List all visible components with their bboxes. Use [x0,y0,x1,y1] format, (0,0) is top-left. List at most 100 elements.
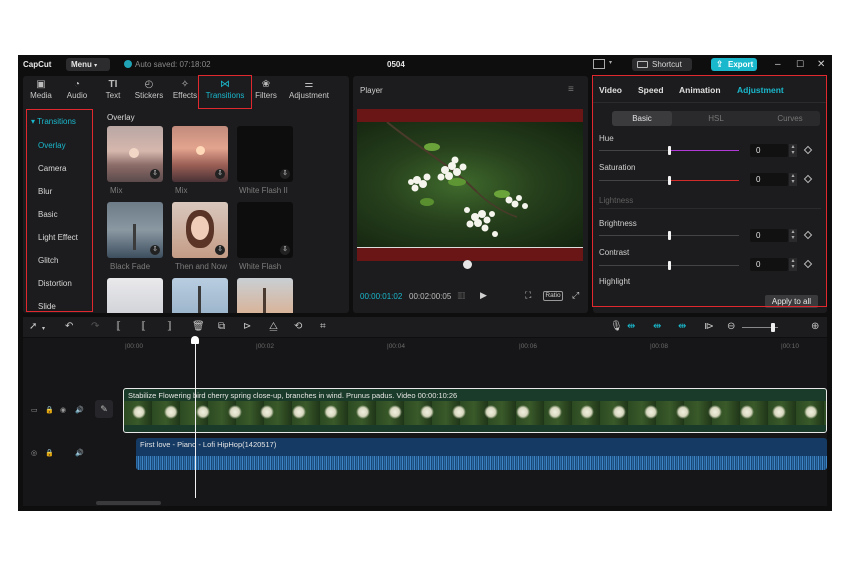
download-icon[interactable]: ⇩ [280,245,290,255]
transition-thumbnail[interactable]: ⇩ [172,202,228,258]
linkage-icon[interactable]: ⇹ [678,321,686,333]
rotate-handle-icon[interactable] [463,260,472,269]
chevron-down-icon[interactable]: ▾ [609,59,612,66]
undo-icon[interactable]: ↶ [65,321,73,333]
video-filmstrip [124,401,826,425]
tab-label: Media [30,91,52,100]
lock-icon[interactable]: 🔒 [45,449,54,457]
close-icon[interactable]: ✕ [817,59,825,70]
transition-thumbnail[interactable]: ⇩ [172,126,228,182]
tab-label: Effects [172,91,198,100]
video-clip[interactable]: Stabilize Flowering bird cherry spring c… [123,388,827,433]
zoom-in-icon[interactable]: ⊕ [811,321,819,333]
tab-media[interactable]: ▣ Media [23,78,59,102]
download-icon[interactable]: ⇩ [215,169,225,179]
tab-stickers[interactable]: ◴ Stickers [131,78,167,102]
tab-adjustment[interactable]: ⚌ Adjustment [285,78,333,102]
minimize-icon[interactable]: – [775,59,781,70]
audio-clip[interactable]: First love - Piano - Lofi HipHop(1420517… [136,438,827,470]
tab-audio[interactable]: ◔ Audio [59,78,95,102]
magnet-link-icon[interactable]: ⇹ [627,321,635,333]
download-icon[interactable]: ⇩ [215,245,225,255]
thumbnail-label: Mix [175,186,188,195]
tab-filters[interactable]: ❀ Filters [248,78,284,102]
transition-thumbnail[interactable]: ⇩ [237,126,293,182]
tab-label: Text [105,91,121,100]
mirror-icon[interactable]: ⧋ [269,321,278,333]
crop-line [357,247,583,248]
audio-clip-label: First love - Piano - Lofi HipHop(1420517… [140,440,277,449]
freeze-icon[interactable]: ⧉ [218,321,225,333]
menu-icon[interactable]: ≡ [568,84,574,95]
zoom-out-icon[interactable]: ⊖ [727,321,735,333]
play-icon[interactable]: ▶ [480,290,487,301]
thumbnail-label: White Flash II [239,186,288,195]
chevron-down-icon: ▾ [94,63,98,69]
timeline-grid-icon[interactable]: ▥ [457,290,466,301]
zoom-slider-knob[interactable] [771,323,775,332]
speaker-icon[interactable]: 🔊 [75,406,84,414]
playhead[interactable] [195,338,196,498]
select-cursor-icon[interactable]: ➚ [29,321,37,333]
tab-text[interactable]: TI Text [95,78,131,102]
thumbnail-label: Mix [110,186,123,195]
speaker-icon[interactable]: 🔊 [75,449,84,457]
export-button[interactable]: ⇪ Export [711,58,757,71]
transition-thumbnail[interactable]: ⇩ [237,202,293,258]
transition-thumbnail[interactable] [237,278,293,313]
ratio-button[interactable]: Ratio [543,291,563,301]
fit-screen-icon[interactable]: ⛶ [525,290,531,301]
playhead-handle[interactable] [191,336,199,344]
download-icon[interactable]: ⇩ [150,245,160,255]
player-title: Player [360,86,383,95]
transition-thumbnail[interactable]: ⇩ [107,202,163,258]
ruler-label: |00:08 [650,343,668,350]
highlight-box [26,109,93,312]
chevron-down-icon[interactable]: ▾ [42,323,45,335]
transition-thumbnail[interactable] [107,278,163,313]
transition-thumbnail[interactable]: ⇩ [107,126,163,182]
section-title: Overlay [107,113,135,122]
transition-thumbnail[interactable] [172,278,228,313]
microphone-icon[interactable]: 🎙 [610,321,623,333]
tab-label: Adjustment [288,91,330,100]
rotate-icon[interactable]: ⟲ [294,321,302,333]
ruler-label: |00:02 [256,343,274,350]
lock-icon[interactable]: 🔒 [45,406,54,414]
delete-icon[interactable]: 🗑 [192,321,205,333]
maximize-icon[interactable]: ☐ [796,59,804,70]
redo-icon[interactable]: ↷ [91,321,99,333]
ruler-label: |00:00 [125,343,143,350]
cover-edit-icon[interactable]: ✎ [95,400,113,418]
timeline: ▭ 🔒 ◉ 🔊 ✎ ◎ 🔒 🔊 |00:00 |00:02 |00:04 |00… [23,338,827,506]
filters-icon: ❀ [261,79,271,90]
fullscreen-icon[interactable]: ⤢ [572,290,579,301]
thumbnail-label: Black Fade [110,262,151,271]
layout-icon[interactable] [593,59,605,69]
ruler-label: |00:06 [519,343,537,350]
preview-axis-icon[interactable]: ⧐ [704,321,714,333]
download-icon[interactable]: ⇩ [150,169,160,179]
project-title: 0504 [387,60,405,69]
split-left-icon[interactable]: ⟦ [141,321,146,333]
auto-snap-icon[interactable]: ⇹ [653,321,661,333]
tab-label: Filters [255,91,277,100]
play-circle-icon[interactable]: ⊳ [243,321,251,333]
shortcut-button[interactable]: Shortcut [632,58,692,71]
menu-button[interactable]: Menu ▾ [66,58,110,71]
split-right-icon[interactable]: ⟧ [167,321,172,333]
horizontal-scrollbar[interactable] [96,501,161,505]
total-time: 00:02:00:05 [409,292,452,301]
eye-icon[interactable]: ◉ [60,406,66,414]
split-icon[interactable]: ⟦ [116,321,121,333]
current-time: 00:00:01:02 [360,292,403,301]
download-icon[interactable]: ⇩ [280,169,290,179]
player-panel: Player ≡ 00:00:01:02 00:02:00:05 ▥ ▶ ⛶ R… [353,76,588,313]
video-preview[interactable] [357,109,583,261]
ruler-label: |00:10 [781,343,799,350]
crop-icon[interactable]: ⌗ [320,321,326,333]
tower-shape [263,288,266,313]
audio-waveform [136,456,827,470]
tower-shape [198,286,201,313]
category-list: ▾ Transitions Overlay Camera Blur Basic … [26,109,93,313]
